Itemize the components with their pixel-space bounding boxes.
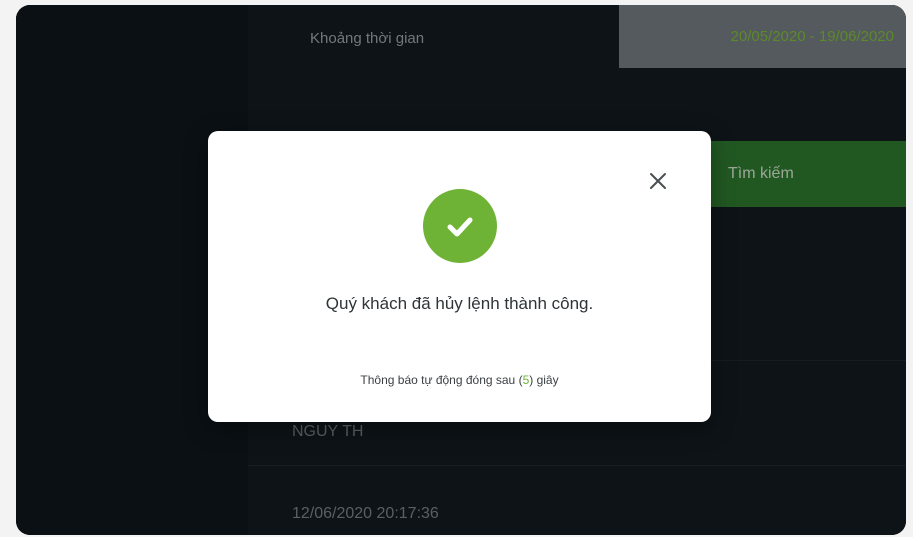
check-circle-icon [423, 189, 497, 263]
close-icon[interactable] [646, 169, 670, 193]
auto-close-note: Thông báo tự động đóng sau (5) giây [208, 373, 711, 387]
auto-close-prefix: Thông báo tự động đóng sau ( [360, 373, 523, 387]
auto-close-suffix: ) giây [529, 373, 559, 387]
success-dialog: Quý khách đã hủy lệnh thành công. Thông … [208, 131, 711, 422]
success-message: Quý khách đã hủy lệnh thành công. [325, 294, 594, 313]
app-window: Khoảng thời gian 20/05/2020 - 19/06/2020… [16, 5, 906, 535]
